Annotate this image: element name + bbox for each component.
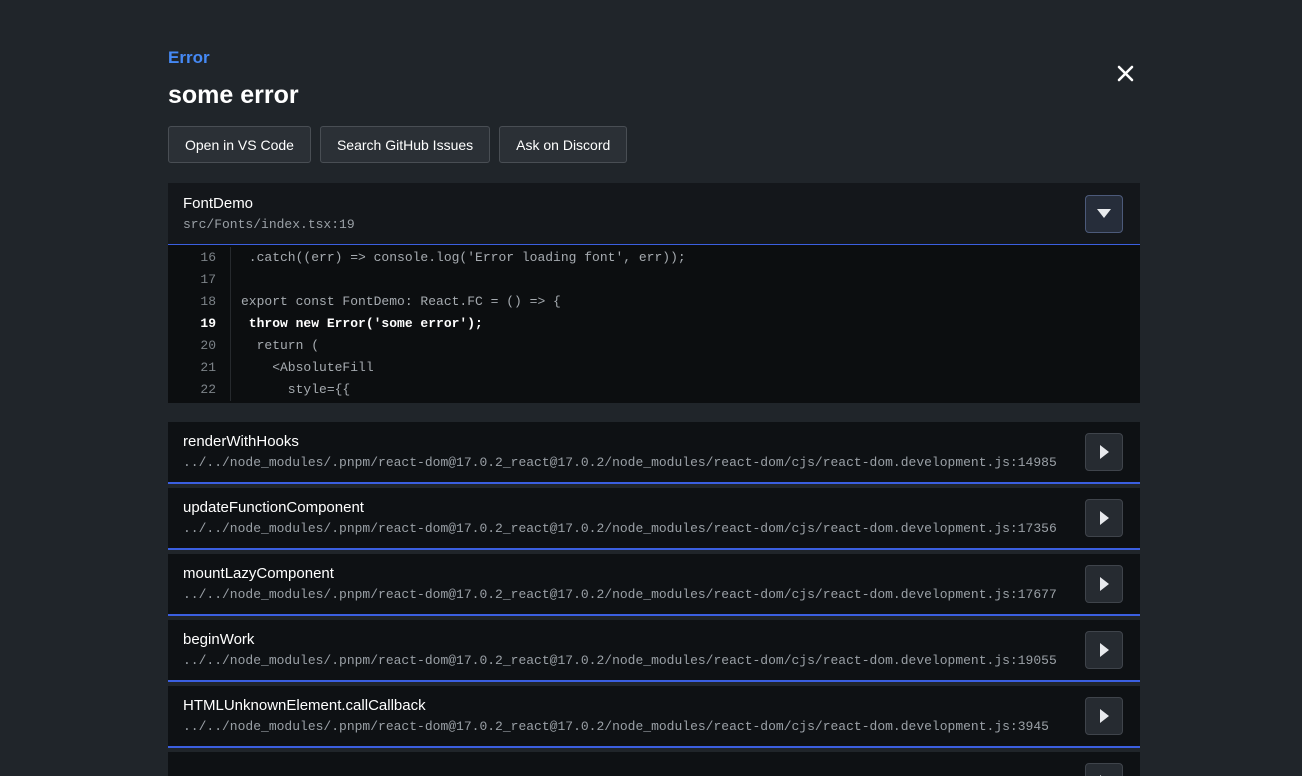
expand-frame-button[interactable] <box>1085 499 1123 537</box>
code-line: 17 <box>168 269 1140 291</box>
frame-function: HTMLUnknownElement.callCallback <box>183 697 1049 715</box>
stack-frame <box>168 752 1140 776</box>
frame-function: renderWithHooks <box>183 433 1057 451</box>
expand-frame-button[interactable] <box>1085 763 1123 776</box>
expand-frame-button[interactable] <box>1085 433 1123 471</box>
stack-frame: mountLazyComponent ../../node_modules/.p… <box>168 554 1140 616</box>
frame-location: ../../node_modules/.pnpm/react-dom@17.0.… <box>183 521 1057 537</box>
frame-function: beginWork <box>183 631 1057 649</box>
caret-right-icon <box>1100 445 1109 459</box>
frame-function: mountLazyComponent <box>183 565 1057 583</box>
stack-frame: beginWork ../../node_modules/.pnpm/react… <box>168 620 1140 682</box>
error-message: some error <box>168 80 1140 110</box>
frame-function: FontDemo <box>183 195 355 213</box>
caret-right-icon <box>1100 643 1109 657</box>
code-text: style={{ <box>230 379 350 401</box>
close-button[interactable] <box>1112 60 1138 86</box>
expand-frame-button[interactable] <box>1085 565 1123 603</box>
line-number: 22 <box>168 379 216 401</box>
frame-meta: renderWithHooks ../../node_modules/.pnpm… <box>183 433 1057 471</box>
code-frame: 16 .catch((err) => console.log('Error lo… <box>168 245 1140 403</box>
code-line: 21 <AbsoluteFill <box>168 357 1140 379</box>
expand-frame-button[interactable] <box>1085 697 1123 735</box>
stack-frame: HTMLUnknownElement.callCallback ../../no… <box>168 686 1140 748</box>
stack-frame: renderWithHooks ../../node_modules/.pnpm… <box>168 422 1140 484</box>
frame-meta: beginWork ../../node_modules/.pnpm/react… <box>183 631 1057 669</box>
error-overlay: Error some error Open in VS Code Search … <box>168 0 1140 776</box>
code-line: 20 return ( <box>168 335 1140 357</box>
code-text: throw new Error('some error'); <box>230 313 483 335</box>
code-text: .catch((err) => console.log('Error loadi… <box>230 247 686 269</box>
code-text: export const FontDemo: React.FC = () => … <box>230 291 561 313</box>
caret-down-icon <box>1097 209 1111 218</box>
frame-meta: FontDemo src/Fonts/index.tsx:19 <box>183 195 355 233</box>
caret-right-icon <box>1100 577 1109 591</box>
line-number: 16 <box>168 247 216 269</box>
stack-frame-list: renderWithHooks ../../node_modules/.pnpm… <box>168 422 1140 776</box>
top-stack-frame: FontDemo src/Fonts/index.tsx:19 16 .catc… <box>168 183 1140 403</box>
open-in-vscode-button[interactable]: Open in VS Code <box>168 126 311 163</box>
frame-meta: HTMLUnknownElement.callCallback ../../no… <box>183 697 1049 735</box>
code-text: <AbsoluteFill <box>230 357 374 379</box>
frame-location: src/Fonts/index.tsx:19 <box>183 217 355 233</box>
collapse-frame-button[interactable] <box>1085 195 1123 233</box>
search-github-issues-button[interactable]: Search GitHub Issues <box>320 126 490 163</box>
caret-right-icon <box>1100 511 1109 525</box>
close-icon <box>1117 65 1134 82</box>
code-text: return ( <box>230 335 319 357</box>
action-button-row: Open in VS Code Search GitHub Issues Ask… <box>168 126 1140 163</box>
code-text <box>230 269 241 291</box>
code-line: 16 .catch((err) => console.log('Error lo… <box>168 247 1140 269</box>
caret-right-icon <box>1100 709 1109 723</box>
line-number: 18 <box>168 291 216 313</box>
error-type-label: Error <box>168 48 1140 68</box>
ask-on-discord-button[interactable]: Ask on Discord <box>499 126 627 163</box>
line-number: 17 <box>168 269 216 291</box>
frame-location: ../../node_modules/.pnpm/react-dom@17.0.… <box>183 587 1057 603</box>
line-number: 21 <box>168 357 216 379</box>
code-line: 18 export const FontDemo: React.FC = () =… <box>168 291 1140 313</box>
line-number: 20 <box>168 335 216 357</box>
frame-location: ../../node_modules/.pnpm/react-dom@17.0.… <box>183 455 1057 471</box>
frame-function: updateFunctionComponent <box>183 499 1057 517</box>
top-frame-header[interactable]: FontDemo src/Fonts/index.tsx:19 <box>168 183 1140 245</box>
frame-location: ../../node_modules/.pnpm/react-dom@17.0.… <box>183 653 1057 669</box>
code-line: 22 style={{ <box>168 379 1140 401</box>
code-line: 19 throw new Error('some error'); <box>168 313 1140 335</box>
expand-frame-button[interactable] <box>1085 631 1123 669</box>
frame-meta: mountLazyComponent ../../node_modules/.p… <box>183 565 1057 603</box>
frame-location: ../../node_modules/.pnpm/react-dom@17.0.… <box>183 719 1049 735</box>
frame-meta: updateFunctionComponent ../../node_modul… <box>183 499 1057 537</box>
stack-frame: updateFunctionComponent ../../node_modul… <box>168 488 1140 550</box>
line-number: 19 <box>168 313 216 335</box>
